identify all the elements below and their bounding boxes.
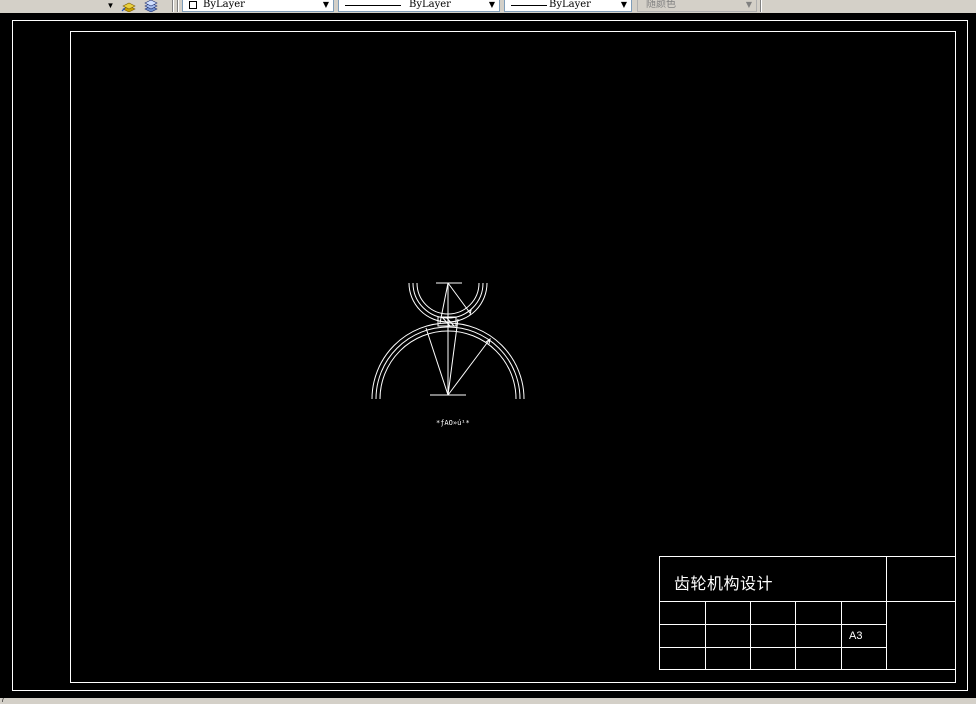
cursor-icon: / (2, 697, 4, 704)
dropdown-arrow-icon[interactable]: ▼ (321, 0, 331, 11)
radius-line (425, 327, 449, 396)
layer-dropdown-arrow-icon[interactable]: ▼ (106, 1, 115, 10)
properties-toolbar: ▼ ByLayer ▼ ByLayer ▼ ByLayer ▼ 随颜色 ▼ (0, 0, 976, 14)
lineweight-preview (511, 5, 547, 6)
linetype-preview (345, 5, 401, 6)
dropdown-arrow-icon[interactable]: ▼ (619, 0, 629, 11)
toolbar-separator (760, 0, 762, 12)
color-swatch-icon (189, 1, 197, 9)
toolbar-separator (172, 0, 174, 12)
lineweight-combo-value: ByLayer (549, 0, 591, 10)
lineweight-control-combo[interactable]: ByLayer ▼ (504, 0, 632, 12)
linetype-control-combo[interactable]: ByLayer ▼ (338, 0, 500, 12)
drawing-caption: *ƒAO»ú¹* (436, 419, 470, 427)
linetype-combo-value: ByLayer (409, 0, 451, 10)
color-combo-value: ByLayer (203, 0, 245, 10)
command-line-edge (0, 698, 976, 704)
plotstyle-combo-value: 随颜色 (646, 0, 676, 10)
plotstyle-control-combo: 随颜色 ▼ (637, 0, 757, 12)
title-block: 齿轮机构设计 A3 (659, 556, 956, 670)
sheet-size: A3 (849, 630, 863, 642)
layer-make-current-icon[interactable] (121, 0, 137, 12)
dropdown-arrow-icon[interactable]: ▼ (487, 0, 497, 11)
toolbar-separator (177, 0, 179, 12)
radius-line (447, 282, 471, 314)
layer-previous-icon[interactable] (143, 0, 159, 12)
dropdown-arrow-icon: ▼ (745, 0, 753, 9)
color-control-combo[interactable]: ByLayer ▼ (182, 0, 334, 12)
drawing-title: 齿轮机构设计 (674, 574, 774, 593)
